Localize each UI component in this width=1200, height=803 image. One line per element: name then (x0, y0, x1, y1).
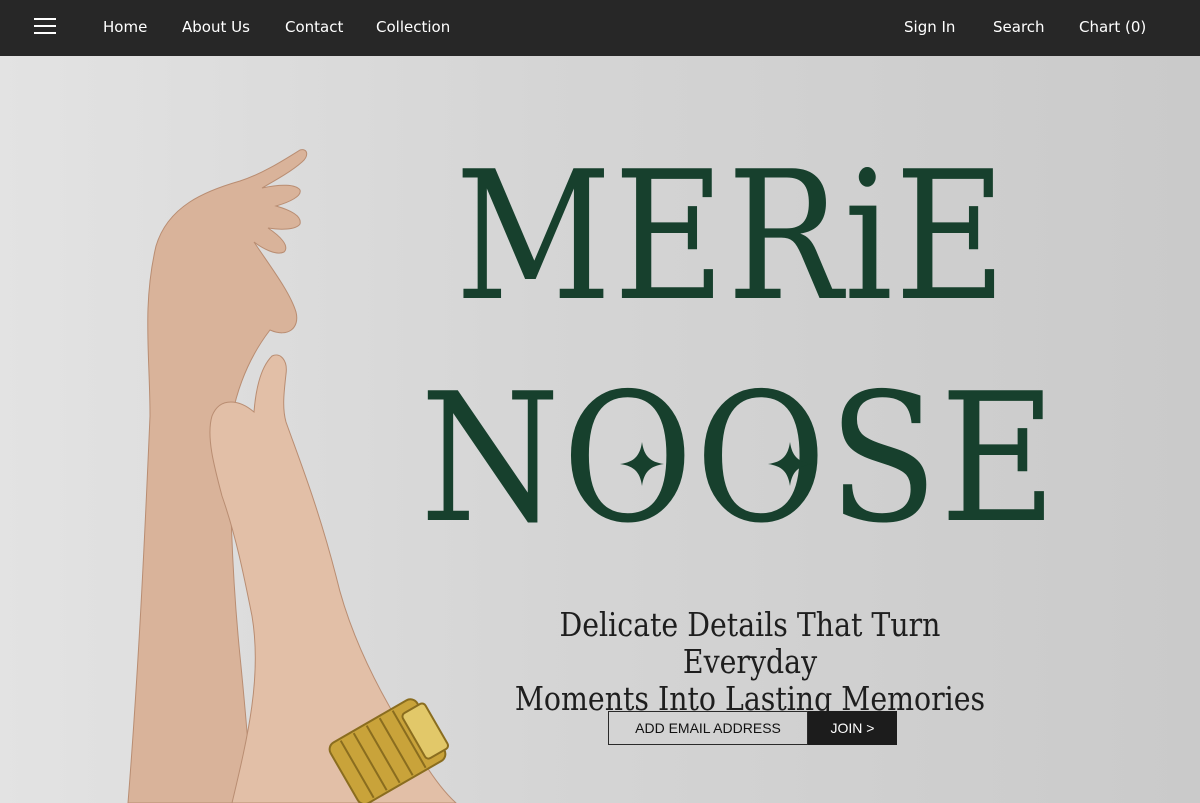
nav-link-contact[interactable]: Contact (285, 17, 343, 37)
email-field[interactable] (608, 711, 808, 745)
hamburger-menu-icon[interactable] (34, 17, 56, 35)
hero-title-line-1: MERiE (455, 133, 1009, 340)
hero-tagline: Delicate Details That Turn Everyday Mome… (470, 606, 1030, 717)
nav-link-chart[interactable]: Chart (0) (1079, 17, 1146, 37)
nav-link-about-us[interactable]: About Us (182, 17, 250, 37)
hero-section: MERiE NOOSE Delicate Details That Turn E… (0, 56, 1200, 803)
four-point-star-icon (620, 442, 664, 486)
email-subscribe-form: JOIN > (608, 711, 897, 745)
tagline-line-1: Delicate Details That Turn Everyday (559, 605, 941, 681)
join-button[interactable]: JOIN > (808, 711, 897, 745)
nav-link-home[interactable]: Home (103, 17, 147, 37)
four-point-star-icon (768, 442, 812, 486)
nav-link-search[interactable]: Search (993, 17, 1045, 37)
nav-link-collection[interactable]: Collection (376, 17, 450, 37)
hero-title-line-2: NOOSE (420, 355, 1059, 562)
nav-link-sign-in[interactable]: Sign In (904, 17, 955, 37)
top-navigation: Home About Us Contact Collection Sign In… (0, 0, 1200, 56)
